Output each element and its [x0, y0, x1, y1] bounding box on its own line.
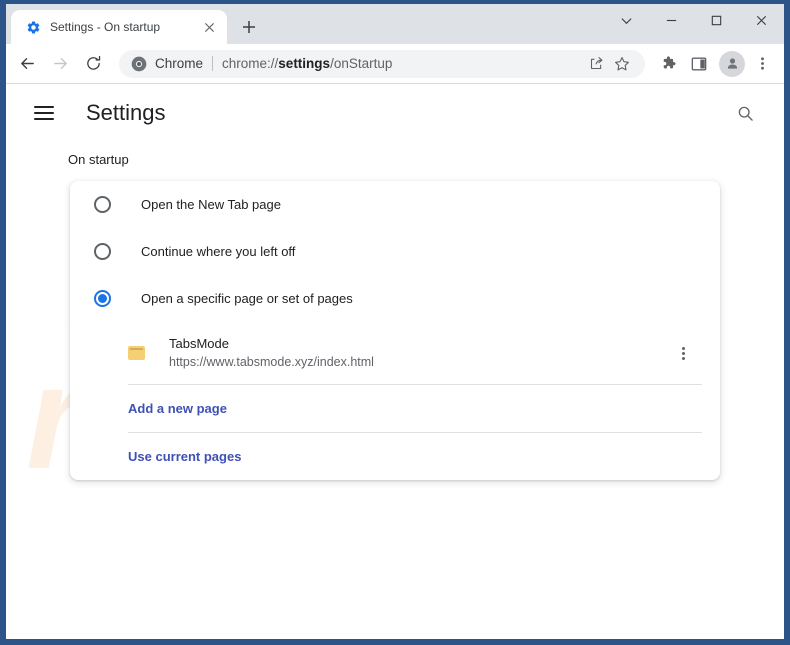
window-controls [604, 4, 784, 44]
startup-option-label: Continue where you left off [141, 244, 296, 259]
tab-title: Settings - On startup [50, 20, 161, 34]
person-avatar-icon[interactable] [719, 50, 745, 77]
startup-page-row[interactable]: TabsMode https://www.tabsmode.xyz/index.… [70, 322, 720, 384]
radio-button-specific-pages[interactable] [94, 290, 111, 307]
add-a-new-page-link[interactable]: Add a new page [128, 401, 227, 416]
startup-option-label: Open a specific page or set of pages [141, 291, 353, 306]
browser-toolbar: Chrome chrome://settings/onStartup [6, 44, 784, 84]
url-suffix: /onStartup [330, 56, 393, 71]
startup-option-specific-pages[interactable]: Open a specific page or set of pages [70, 275, 720, 322]
hamburger-menu-icon[interactable] [34, 100, 60, 126]
settings-header: Settings [6, 84, 784, 142]
back-button-arrow-left-icon[interactable] [12, 49, 42, 79]
maximize-icon[interactable] [694, 4, 739, 36]
minimize-icon[interactable] [649, 4, 694, 36]
three-dot-menu-icon[interactable] [748, 50, 776, 78]
startup-option-new-tab-page[interactable]: Open the New Tab page [70, 181, 720, 228]
omnibox-url-text: chrome://settings/onStartup [222, 56, 583, 71]
tab-search-chevron-down-icon[interactable] [604, 4, 649, 36]
add-a-new-page-row[interactable]: Add a new page [70, 385, 720, 432]
startup-option-label: Open the New Tab page [141, 197, 281, 212]
chrome-logo-icon [131, 56, 147, 72]
gear-icon [25, 19, 41, 35]
url-bold-part: settings [278, 56, 331, 71]
radio-button-new-tab-page[interactable] [94, 196, 111, 213]
share-icon[interactable] [583, 51, 609, 77]
star-icon[interactable] [609, 51, 635, 77]
tab-strip: Settings - On startup [6, 4, 784, 44]
omnibox-brand-label: Chrome [155, 56, 204, 71]
on-startup-card: Open the New Tab page Continue where you… [70, 181, 720, 480]
startup-page-url: https://www.tabsmode.xyz/index.html [169, 355, 374, 369]
desktop-window-frame: Settings - On startup Chrome chrome://se… [0, 0, 790, 645]
address-bar[interactable]: Chrome chrome://settings/onStartup [119, 49, 645, 78]
use-current-pages-row[interactable]: Use current pages [70, 433, 720, 480]
close-icon[interactable] [739, 4, 784, 36]
reload-button-icon[interactable] [78, 49, 108, 79]
use-current-pages-link[interactable]: Use current pages [128, 449, 241, 464]
radio-button-continue-where-left-off[interactable] [94, 243, 111, 260]
settings-page: PC risk.com Settings On startup [6, 84, 784, 639]
puzzle-icon[interactable] [654, 50, 682, 78]
omnibox-actions [583, 51, 635, 77]
page-title: Settings [86, 100, 166, 125]
forward-button-arrow-right-icon [45, 49, 75, 79]
url-prefix: chrome:// [222, 56, 279, 71]
browser-tab-settings[interactable]: Settings - On startup [11, 10, 227, 44]
browser-window: Settings - On startup Chrome chrome://se… [6, 4, 784, 639]
startup-page-text: TabsMode https://www.tabsmode.xyz/index.… [169, 334, 670, 372]
startup-page-name: TabsMode [169, 336, 229, 351]
tabsmode-favicon [128, 346, 145, 360]
startup-option-continue-where-left-off[interactable]: Continue where you left off [70, 228, 720, 275]
search-icon[interactable] [730, 98, 760, 128]
omnibox-separator [212, 56, 214, 71]
side-panel-icon[interactable] [685, 50, 713, 78]
close-icon[interactable] [199, 17, 219, 37]
three-dot-menu-icon[interactable] [670, 340, 696, 366]
new-tab-button[interactable] [235, 13, 263, 41]
section-title-on-startup: On startup [68, 152, 129, 167]
settings-body: On startup Open the New Tab page Continu… [6, 142, 784, 480]
